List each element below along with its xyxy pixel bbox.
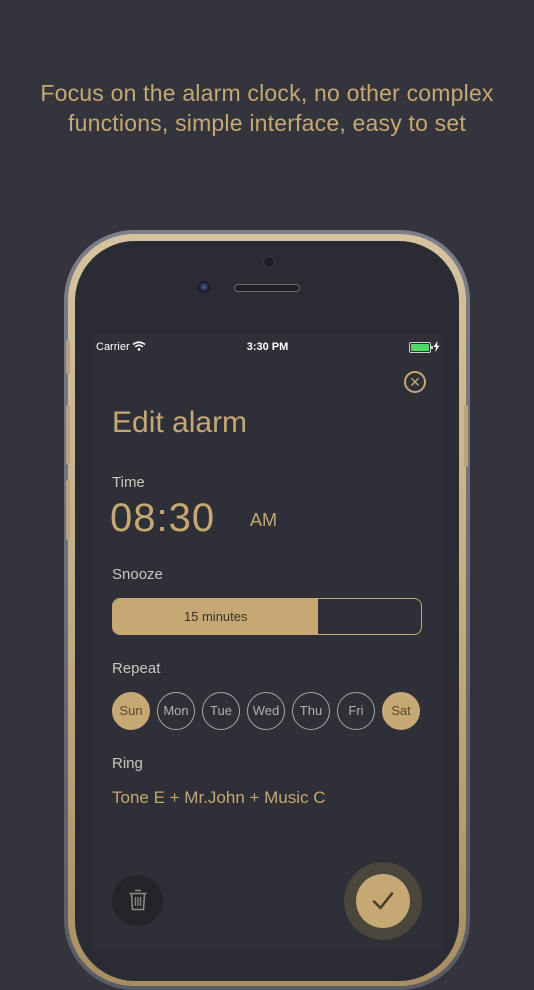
- trash-icon: [129, 889, 147, 911]
- time-label: Time: [112, 474, 145, 491]
- ring-label: Ring: [112, 755, 143, 772]
- day-toggle-fri[interactable]: Fri: [337, 692, 375, 730]
- close-button[interactable]: ✕: [404, 371, 426, 393]
- status-time: 3:30 PM: [246, 341, 289, 353]
- day-toggle-thu[interactable]: Thu: [292, 692, 330, 730]
- status-bar: Carrier 3:30 PM: [92, 334, 443, 360]
- day-toggle-mon[interactable]: Mon: [157, 692, 195, 730]
- close-icon: ✕: [409, 374, 421, 390]
- app-screen: Carrier 3:30 PM ✕ Edit alarm Time 08:30 …: [92, 334, 443, 950]
- alarm-time-value[interactable]: 08:30: [110, 496, 215, 541]
- day-toggle-tue[interactable]: Tue: [202, 692, 240, 730]
- snooze-label: Snooze: [112, 566, 163, 583]
- battery-icon: [409, 342, 433, 353]
- confirm-button[interactable]: [356, 874, 410, 928]
- promo-headline: Focus on the alarm clock, no other compl…: [40, 80, 494, 136]
- earpiece-speaker: [234, 284, 300, 292]
- page-title: Edit alarm: [112, 406, 248, 439]
- snooze-slider[interactable]: 15 minutes: [112, 598, 422, 635]
- day-toggle-sun[interactable]: Sun: [112, 692, 150, 730]
- volume-up-button: [66, 405, 70, 465]
- ring-selection[interactable]: Tone E + Mr.John + Music C: [112, 788, 326, 808]
- mute-switch: [66, 340, 70, 374]
- check-icon: [372, 892, 394, 910]
- volume-down-button: [66, 480, 70, 540]
- repeat-label: Repeat: [112, 660, 161, 677]
- snooze-slider-fill[interactable]: 15 minutes: [113, 599, 319, 634]
- day-toggle-sat[interactable]: Sat: [382, 692, 420, 730]
- charging-bolt-icon: [433, 341, 440, 352]
- alarm-time-period[interactable]: AM: [250, 510, 277, 531]
- day-toggle-wed[interactable]: Wed: [247, 692, 285, 730]
- repeat-days: Sun Mon Tue Wed Thu Fri Sat: [112, 692, 432, 730]
- proximity-sensor: [263, 256, 275, 268]
- power-button: [464, 405, 468, 467]
- front-camera: [198, 281, 210, 293]
- delete-alarm-button[interactable]: [112, 875, 163, 926]
